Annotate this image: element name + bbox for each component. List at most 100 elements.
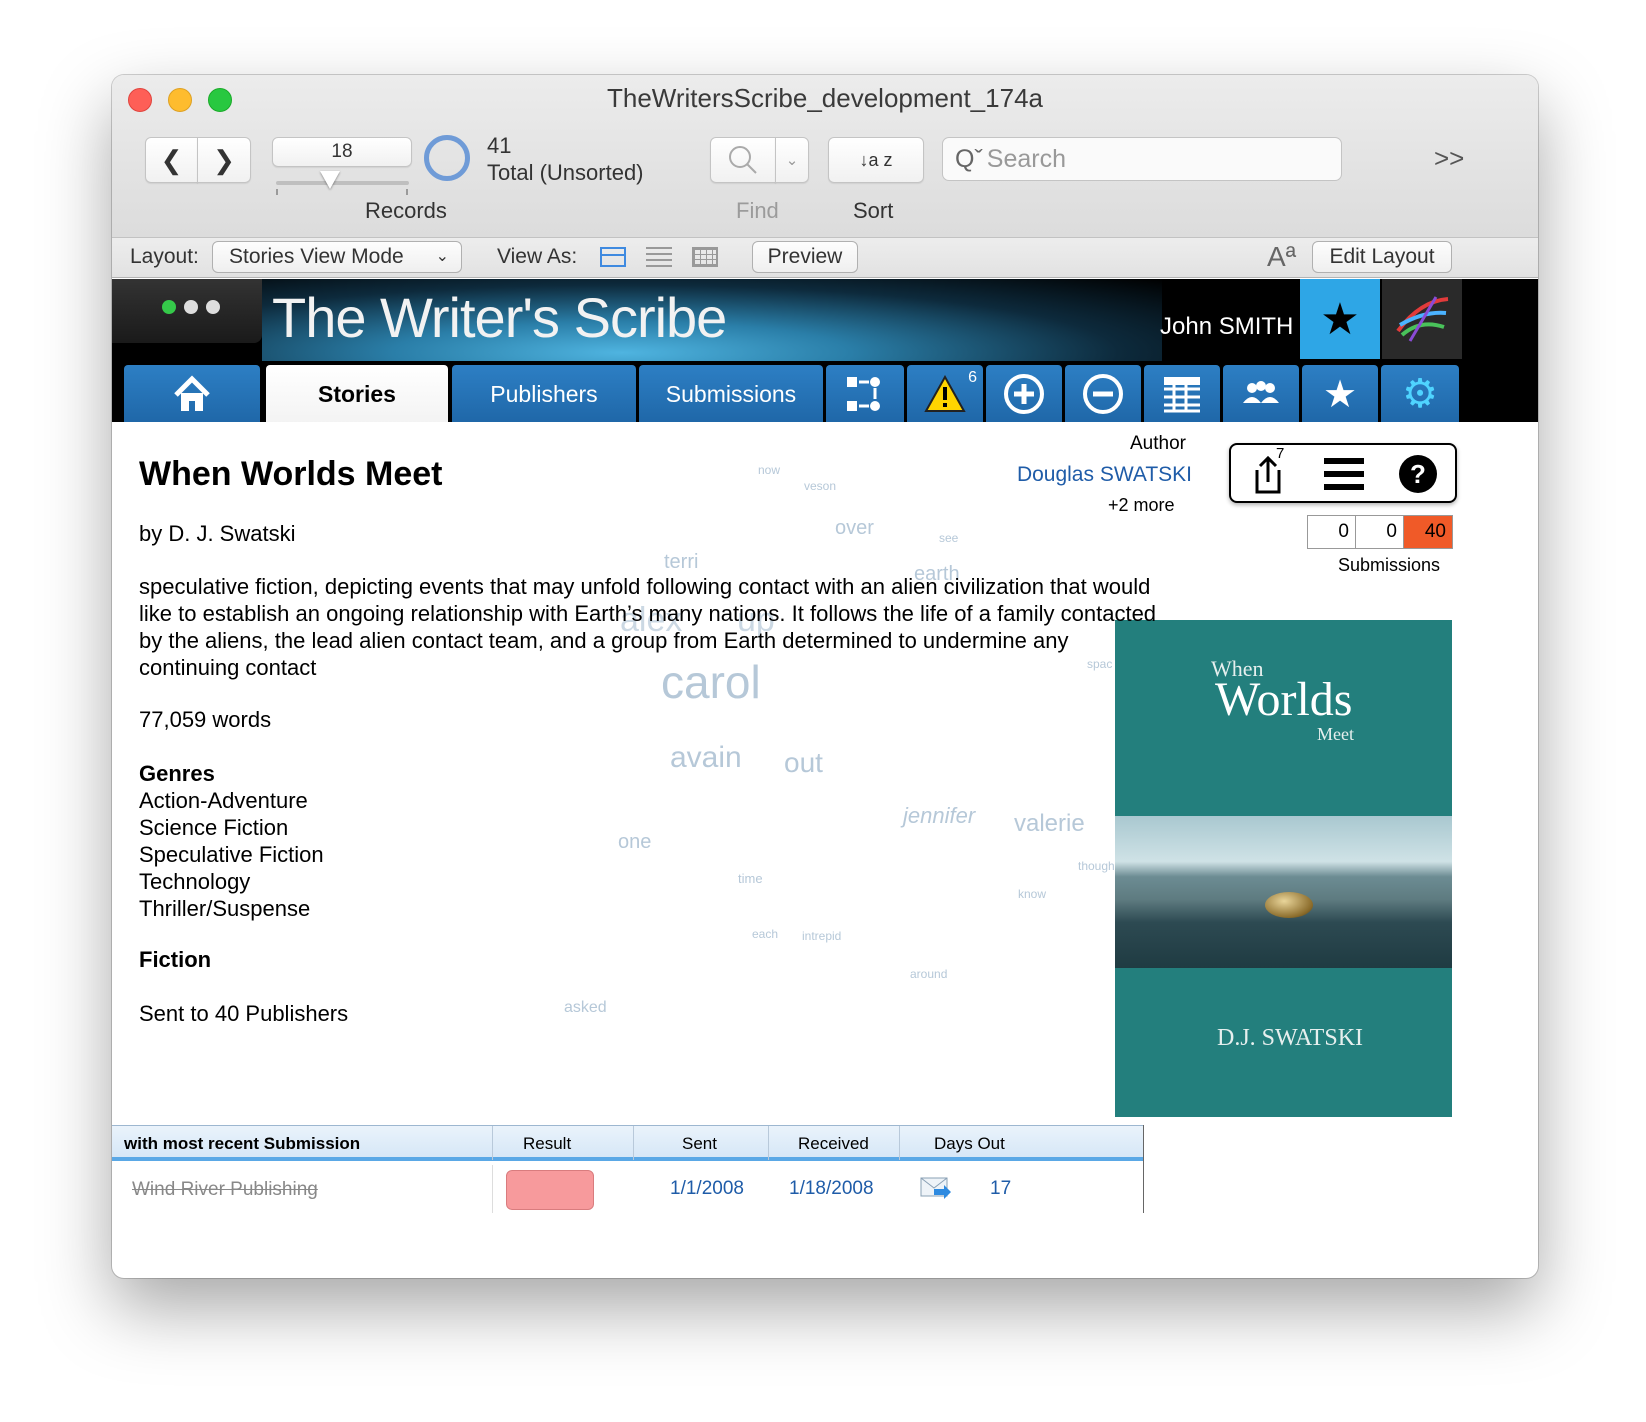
submissions-label: Submissions <box>1338 555 1441 575</box>
word-cloud-term: intrepid <box>802 929 842 943</box>
help-icon: ? <box>1399 455 1437 493</box>
tab-delete-record[interactable] <box>1065 365 1141 422</box>
next-record-button[interactable]: ❯ <box>197 137 251 183</box>
column-header-publisher[interactable]: with most recent Submission <box>124 1134 360 1154</box>
find-button[interactable] <box>710 137 776 183</box>
layout-bar: Layout: Stories View Mode ⌄ View As: Pre… <box>112 238 1538 278</box>
svg-text:?: ? <box>1410 459 1426 489</box>
column-divider <box>633 1126 634 1160</box>
column-header-days-out[interactable]: Days Out <box>934 1134 1005 1154</box>
view-as-list-icon[interactable] <box>646 247 672 267</box>
layout-label: Layout: <box>130 245 199 268</box>
previous-record-button[interactable]: ❮ <box>145 137 198 183</box>
tab-people[interactable] <box>1223 365 1299 422</box>
word-cloud-term: know <box>1018 887 1047 901</box>
record-navigation: ❮ ❯ <box>145 137 251 183</box>
found-set-pie-icon[interactable] <box>424 135 470 181</box>
menu-button[interactable] <box>1321 451 1367 497</box>
genre-item: Technology <box>139 869 251 894</box>
word-cloud-term: now <box>758 463 781 477</box>
status-dot-icon <box>184 300 198 314</box>
current-record-input[interactable]: 18 <box>272 137 412 167</box>
help-button[interactable]: ? <box>1395 451 1441 497</box>
author-link[interactable]: Douglas SWATSKI <box>1012 463 1192 487</box>
cover-title-meet: Meet <box>1317 724 1354 744</box>
app-logo-button[interactable] <box>1382 279 1462 359</box>
submissions-table: with most recent Submission Result Sent … <box>112 1125 1144 1213</box>
word-cloud-term: though <box>1078 859 1115 873</box>
submissions-table-header: with most recent Submission Result Sent … <box>112 1125 1143 1161</box>
found-count: 41 <box>487 133 512 158</box>
story-synopsis[interactable]: speculative fiction, depicting events th… <box>139 573 1164 681</box>
chevron-down-icon: ⌄ <box>435 248 449 265</box>
row-result-status[interactable] <box>506 1170 594 1210</box>
find-label: Find <box>736 198 779 223</box>
view-as-table-icon[interactable] <box>692 247 718 267</box>
story-word-count: 77,059 words <box>139 707 272 732</box>
genres-list: Action-Adventure Science Fiction Specula… <box>139 787 324 922</box>
row-publisher[interactable]: Wind River Publishing <box>132 1179 318 1201</box>
chevron-right-icon: ❯ <box>213 144 235 175</box>
toolbar-overflow-icon[interactable]: >> <box>1434 143 1464 174</box>
tab-alerts[interactable]: 6 <box>907 365 983 422</box>
word-cloud-term: terri <box>664 551 699 573</box>
found-status: Total (Unsorted) <box>487 160 644 185</box>
word-cloud-term: see <box>939 531 959 545</box>
layout-select-value: Stories View Mode <box>229 245 404 268</box>
sort-button[interactable]: ↓a z <box>828 137 924 183</box>
table-row[interactable]: Wind River Publishing 1/1/2008 1/18/2008… <box>112 1165 1143 1213</box>
record-slider-thumb[interactable] <box>320 171 340 189</box>
submission-counts: 0 0 40 <box>1307 515 1453 549</box>
tab-publishers[interactable]: Publishers <box>452 365 636 422</box>
word-cloud-term: jennifer <box>903 803 976 828</box>
author-label: Author <box>1130 433 1186 454</box>
more-authors-link[interactable]: +2 more <box>1108 495 1175 516</box>
submission-count-pending: 0 <box>1308 516 1356 548</box>
genres-heading: Genres <box>139 761 215 786</box>
tab-add-record[interactable] <box>986 365 1062 422</box>
view-as-form-icon[interactable] <box>600 247 626 267</box>
view-as-label: View As: <box>497 245 578 268</box>
cover-photo <box>1115 816 1452 968</box>
warning-icon <box>924 375 966 412</box>
workflow-icon <box>847 377 880 411</box>
gear-icon: ⚙ <box>1402 372 1438 416</box>
slider-tick <box>276 189 278 195</box>
preview-button[interactable]: Preview <box>752 241 858 273</box>
story-byline[interactable]: by D. J. Swatski <box>139 521 295 547</box>
people-icon <box>1243 381 1279 403</box>
tab-favorites[interactable]: ★ <box>1302 365 1378 422</box>
user-name[interactable]: John SMITH <box>1160 313 1293 341</box>
book-cover[interactable]: When Worlds Meet D.J. SWATSKI <box>1115 620 1452 1117</box>
chevron-down-icon: ⌄ <box>785 152 799 169</box>
cover-author: D.J. SWATSKI <box>1217 1025 1364 1051</box>
word-cloud-term: around <box>910 967 948 981</box>
edit-layout-button[interactable]: Edit Layout <box>1312 241 1452 273</box>
scribe-logo-icon <box>1396 296 1449 342</box>
tab-settings[interactable]: ⚙ <box>1381 365 1459 422</box>
record-slider[interactable] <box>276 181 409 185</box>
find-menu-button[interactable]: ⌄ <box>775 137 809 183</box>
tab-home[interactable] <box>124 365 260 422</box>
favorite-button[interactable]: ★ <box>1300 279 1380 359</box>
column-header-result[interactable]: Result <box>523 1134 571 1154</box>
genre-item: Action-Adventure <box>139 788 308 813</box>
tab-table-view[interactable] <box>1144 365 1220 422</box>
cover-title-worlds: Worlds <box>1215 673 1353 726</box>
search-input[interactable]: Qˇ Search <box>942 137 1342 181</box>
window-widgets-menu[interactable] <box>112 279 262 343</box>
tab-stories[interactable]: Stories <box>266 365 448 422</box>
tab-workflow[interactable] <box>826 365 904 422</box>
column-header-sent[interactable]: Sent <box>682 1134 717 1154</box>
column-header-received[interactable]: Received <box>798 1134 869 1154</box>
status-dot-icon <box>162 300 176 314</box>
tab-submissions[interactable]: Submissions <box>639 365 823 422</box>
story-title[interactable]: When Worlds Meet <box>139 455 443 494</box>
slider-tick <box>406 189 408 195</box>
app-brand-title: The Writer's Scribe <box>272 286 727 349</box>
text-format-icon[interactable]: Aª <box>1267 241 1296 273</box>
share-count-badge: 7 <box>1276 445 1285 462</box>
plus-circle-icon <box>1004 374 1044 414</box>
layout-select[interactable]: Stories View Mode ⌄ <box>212 241 462 273</box>
window-toolbar: TheWritersScribe_development_174a ❮ ❯ 18… <box>112 75 1538 238</box>
